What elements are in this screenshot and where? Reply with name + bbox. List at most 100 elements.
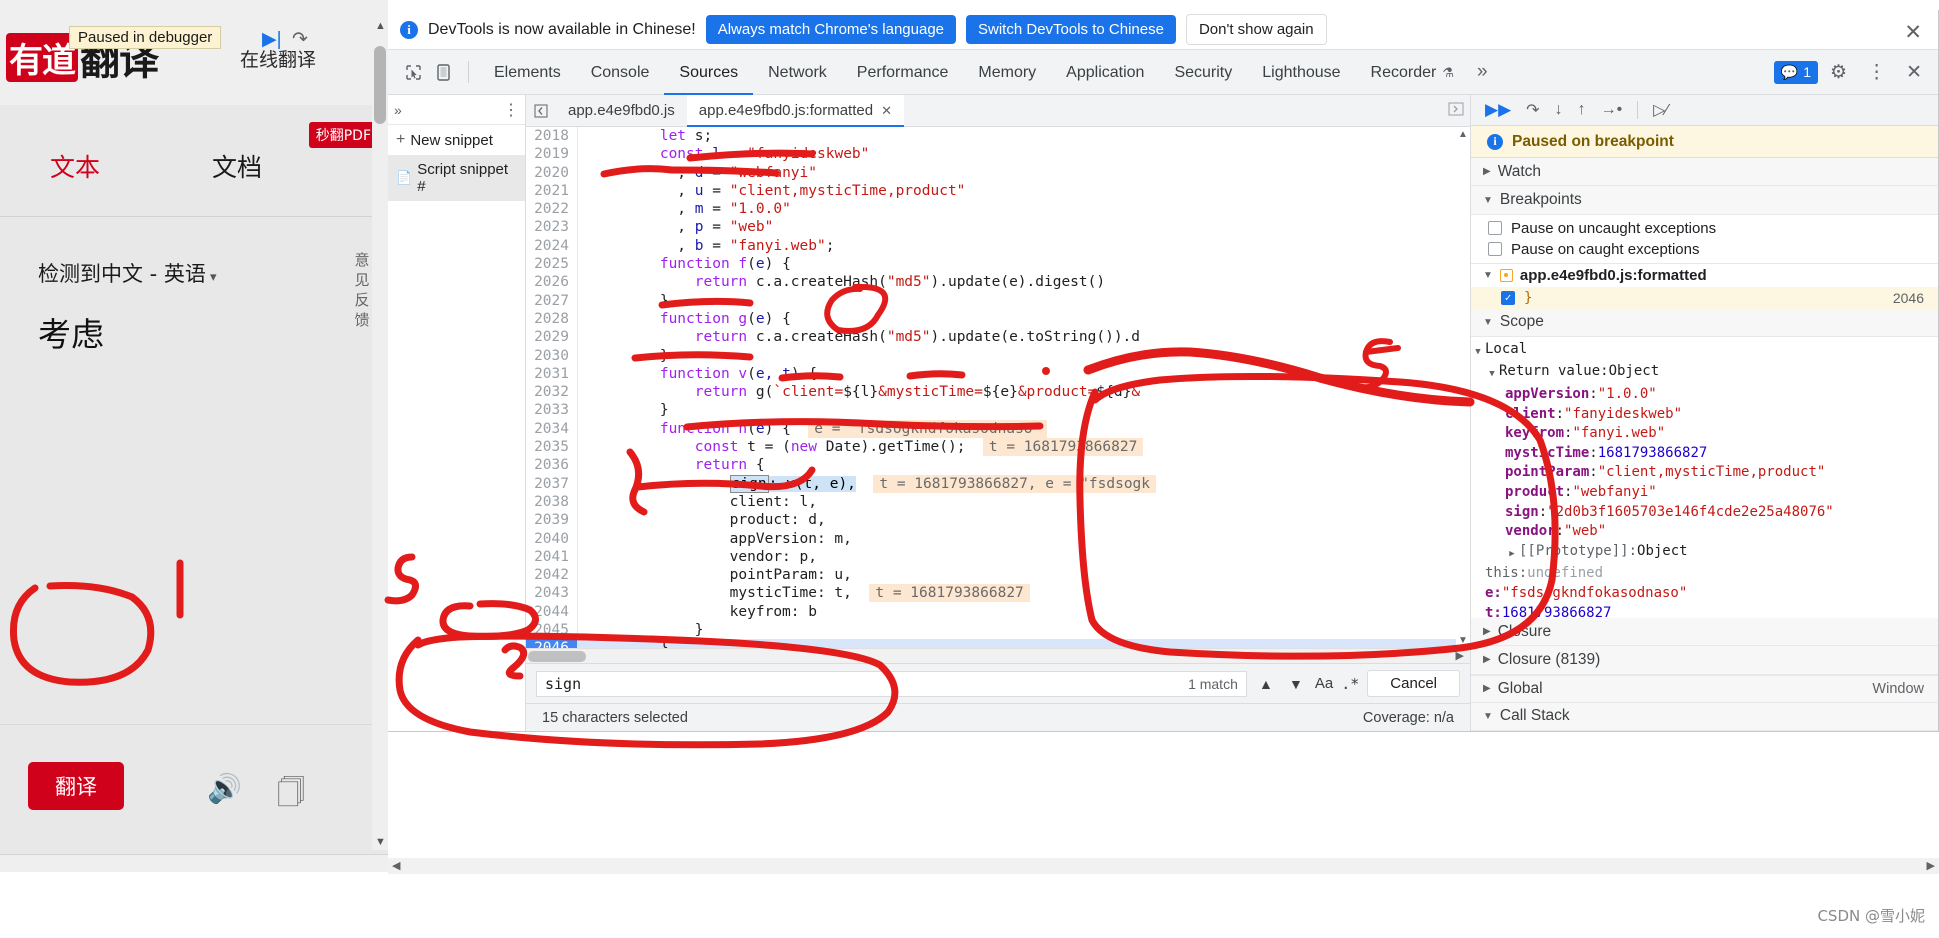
new-snippet-button[interactable]: + New snippet <box>388 125 525 155</box>
resume-script-icon[interactable]: ▶| <box>262 28 282 51</box>
inspect-element-icon[interactable] <box>398 57 428 87</box>
console-messages-badge[interactable]: 💬 1 <box>1773 60 1819 84</box>
tab-elements[interactable]: Elements <box>479 50 576 95</box>
code-text[interactable]: keyfrom: b <box>578 603 1470 621</box>
checkbox-icon[interactable] <box>1488 221 1502 236</box>
line-number[interactable]: 2031 <box>526 364 578 384</box>
search-input[interactable]: sign 1 match <box>536 670 1247 697</box>
scope-property-row[interactable]: vendor: "web" <box>1471 522 1938 542</box>
line-number[interactable]: 2041 <box>526 547 578 567</box>
checkbox-icon[interactable]: ✓ <box>1501 290 1515 305</box>
e-row[interactable]: e: "fsdsogkndfokasodnaso" <box>1471 584 1938 604</box>
editor-options-icon[interactable] <box>1448 102 1470 119</box>
browser-bottom-scrollbar[interactable]: ◀ ▶ <box>388 858 1939 874</box>
closure2-section-header[interactable]: ▶ Closure (8139) <box>1471 646 1938 675</box>
line-number[interactable]: 2040 <box>526 529 578 548</box>
tab-application[interactable]: Application <box>1051 50 1159 95</box>
step-over-icon[interactable]: ↷ <box>1526 100 1539 120</box>
code-line[interactable]: 2031 function v(e, t) { <box>526 364 1470 384</box>
webpage-vertical-scrollbar[interactable]: ▲ ▼ <box>372 18 388 850</box>
scroll-up-icon[interactable]: ▲ <box>1458 129 1468 140</box>
code-line[interactable]: 2022 , m = "1.0.0" <box>526 200 1470 219</box>
scope-property-row[interactable]: mysticTime: 1681793866827 <box>1471 444 1938 464</box>
code-text[interactable]: product: d, <box>578 511 1470 529</box>
cancel-search-button[interactable]: Cancel <box>1367 670 1460 697</box>
line-number[interactable]: 2038 <box>526 492 578 512</box>
scope-property-row[interactable]: appVersion: "1.0.0" <box>1471 385 1938 405</box>
scope-property-row[interactable]: product: "webfanyi" <box>1471 483 1938 503</box>
code-text[interactable]: , b = "fanyi.web"; <box>578 237 1470 255</box>
scope-section-header[interactable]: ▼ Scope <box>1471 308 1938 337</box>
code-line[interactable]: 2024 , b = "fanyi.web"; <box>526 236 1470 256</box>
line-number[interactable]: 2018 <box>526 127 578 146</box>
switch-devtools-language-button[interactable]: Switch DevTools to Chinese <box>966 15 1176 44</box>
scroll-right-icon[interactable]: ▶ <box>1927 859 1935 872</box>
line-number[interactable]: 2034 <box>526 419 578 439</box>
line-number[interactable]: 2043 <box>526 584 578 603</box>
resume-script-execution-icon[interactable]: ▶▶ <box>1485 100 1511 120</box>
code-text[interactable]: vendor: p, <box>578 548 1470 566</box>
code-line[interactable]: 2030 } <box>526 346 1470 365</box>
editor-tab-app-js[interactable]: app.e4e9fbd0.js <box>556 95 687 127</box>
code-line[interactable]: 2044 keyfrom: b <box>526 602 1470 622</box>
tab-recorder[interactable]: Recorder ⚗ <box>1356 50 1469 95</box>
code-text[interactable]: function v(e, t) { <box>578 365 1470 383</box>
callstack-section-header[interactable]: ▼ Call Stack <box>1471 702 1938 731</box>
code-text[interactable]: , m = "1.0.0" <box>578 200 1470 218</box>
navigator-menu-icon[interactable]: ⋮ <box>503 100 519 120</box>
line-number[interactable]: 2032 <box>526 383 578 402</box>
code-text[interactable]: , d = "webfanyi" <box>578 164 1470 182</box>
breakpoints-section-header[interactable]: ▼ Breakpoints <box>1471 186 1938 215</box>
code-text[interactable]: return { <box>578 456 1470 474</box>
scope-property-row[interactable]: sign: "2d0b3f1605703e146f4cde2e25a48076" <box>1471 503 1938 523</box>
line-number[interactable]: 2046 <box>526 639 578 648</box>
line-number[interactable]: 2029 <box>526 328 578 347</box>
code-line[interactable]: 2035 const t = (new Date).getTime(); t =… <box>526 438 1470 457</box>
pause-caught-exceptions-row[interactable]: Pause on caught exceptions <box>1471 239 1938 260</box>
code-text[interactable]: } <box>578 292 1470 310</box>
scrollbar-thumb[interactable] <box>374 46 386 124</box>
hscroll-thumb[interactable] <box>528 651 586 662</box>
tab-performance[interactable]: Performance <box>842 50 964 95</box>
tab-console[interactable]: Console <box>576 50 665 95</box>
line-number[interactable]: 2020 <box>526 163 578 182</box>
editor-horizontal-scrollbar[interactable]: ▶ <box>526 648 1470 663</box>
tab-security[interactable]: Security <box>1159 50 1247 95</box>
more-tabs-icon[interactable]: » <box>1469 61 1496 83</box>
code-line[interactable]: 2045 } <box>526 621 1470 640</box>
code-text[interactable]: client: l, <box>578 493 1470 511</box>
global-section-header[interactable]: ▶ Global Window <box>1471 674 1938 703</box>
code-line[interactable]: 2028 function g(e) { <box>526 309 1470 329</box>
line-number[interactable]: 2033 <box>526 401 578 420</box>
closure-section-header[interactable]: ▶ Closure <box>1471 618 1938 647</box>
code-line[interactable]: 2037 sign: v(t, e), t = 1681793866827, e… <box>526 474 1470 493</box>
settings-gear-icon[interactable]: ⚙ <box>1822 61 1855 84</box>
chevron-down-icon[interactable]: ▼ <box>1471 340 1485 363</box>
close-devtools-icon[interactable]: ✕ <box>1898 61 1930 84</box>
code-line[interactable]: 2027 } <box>526 291 1470 310</box>
code-line[interactable]: 2020 , d = "webfanyi" <box>526 163 1470 182</box>
line-number[interactable]: 2026 <box>526 273 578 292</box>
webpage-horizontal-scrollbar[interactable] <box>0 854 388 872</box>
code-text[interactable]: appVersion: m, <box>578 530 1470 548</box>
code-line[interactable]: 2034 function h(e) { e = "fsdsogkndfokas… <box>526 419 1470 439</box>
scope-property-row[interactable]: pointParam: "client,mysticTime,product" <box>1471 463 1938 483</box>
code-line[interactable]: 2040 appVersion: m, <box>526 529 1470 548</box>
code-text[interactable]: return c.a.createHash("md5").update(e).d… <box>578 273 1470 291</box>
step-into-icon[interactable]: ↓ <box>1555 101 1563 119</box>
close-icon[interactable]: ✕ <box>1904 20 1922 45</box>
pause-uncaught-exceptions-row[interactable]: Pause on uncaught exceptions <box>1471 218 1938 239</box>
chevron-right-icon[interactable]: ▶ <box>1505 542 1519 565</box>
code-line[interactable]: 2023 , p = "web" <box>526 218 1470 237</box>
breakpoint-entry[interactable]: ✓ } 2046 <box>1471 286 1938 309</box>
speaker-icon[interactable]: 🔊 <box>207 772 242 805</box>
snippet-list-item[interactable]: 📄 Script snippet # <box>388 155 525 201</box>
watch-section-header[interactable]: ▶ Watch <box>1471 158 1938 187</box>
code-line[interactable]: 2026 return c.a.createHash("md5").update… <box>526 273 1470 292</box>
line-number[interactable]: 2042 <box>526 566 578 585</box>
scope-property-row[interactable]: keyfrom: "fanyi.web" <box>1471 424 1938 444</box>
code-text[interactable]: , p = "web" <box>578 218 1470 236</box>
code-text[interactable]: mysticTime: t, t = 1681793866827 <box>578 584 1470 603</box>
code-line[interactable]: 2019 const l = "fanyideskweb" <box>526 145 1470 164</box>
line-number[interactable]: 2036 <box>526 456 578 475</box>
